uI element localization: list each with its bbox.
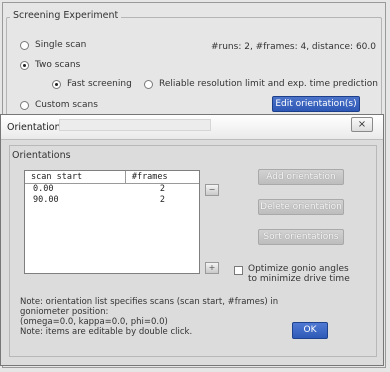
optimize-gonio-checkbox[interactable] (234, 266, 243, 275)
radio-custom-scans[interactable]: Custom scans (20, 100, 98, 110)
screening-status: #runs: 2, #frames: 4, distance: 60.0 (210, 42, 376, 52)
radio-selected-icon (20, 60, 29, 70)
note-line: Note: orientation list specifies scans (… (20, 297, 279, 307)
minus-icon[interactable]: − (205, 184, 219, 196)
radio-label: Two scans (35, 60, 81, 70)
list-item[interactable]: 0.00 2 (25, 184, 199, 195)
note-line: goniometer position: (20, 307, 109, 317)
radio-single-scan[interactable]: Single scan (20, 40, 86, 50)
screening-legend: Screening Experiment (10, 10, 122, 21)
column-scan-start[interactable]: scan start (25, 171, 126, 183)
orientation-list[interactable]: scan start #frames 0.00 2 90.00 2 (24, 170, 200, 274)
note-line: Note: items are editable by double click… (20, 327, 193, 337)
dialog-note: Note: orientation list specifies scans (… (20, 297, 280, 337)
delete-orientation-button[interactable]: Delete orientation (258, 199, 344, 215)
cell-scan-start: 0.00 (33, 184, 54, 194)
sort-orientations-button[interactable]: Sort orientations (258, 229, 344, 245)
cell-scan-start: 90.00 (33, 195, 59, 205)
cell-frames: 2 (159, 184, 165, 194)
note-line: (omega=0.0, kappa=0.0, phi=0.0) (20, 317, 168, 327)
radio-label: Fast screening (67, 79, 132, 89)
background-window-ghost (59, 119, 211, 131)
plus-icon[interactable]: + (205, 262, 219, 274)
radio-selected-icon (52, 79, 61, 89)
edit-orientations-button[interactable]: Edit orientation(s) (272, 96, 360, 112)
radio-icon (20, 40, 29, 50)
radio-reliable-resolution[interactable]: Reliable resolution limit and exp. time … (144, 79, 378, 89)
column-frames[interactable]: #frames (126, 171, 199, 183)
radio-icon (20, 100, 29, 110)
radio-label: Reliable resolution limit and exp. time … (159, 79, 378, 89)
radio-two-scans[interactable]: Two scans (20, 60, 80, 70)
list-header: scan start #frames (25, 171, 199, 184)
optimize-gonio-label: Optimize gonio angles to minimize drive … (248, 264, 358, 284)
optimize-line: to minimize drive time (248, 274, 350, 284)
radio-label: Single scan (35, 40, 87, 50)
list-item[interactable]: 90.00 2 (25, 195, 199, 206)
radio-fast-screening[interactable]: Fast screening (52, 79, 132, 89)
close-icon[interactable]: × (351, 117, 373, 132)
optimize-line: Optimize gonio angles (248, 264, 349, 274)
orientations-group-label: Orientations (10, 150, 73, 161)
ok-button[interactable]: OK (292, 322, 328, 339)
cell-frames: 2 (159, 195, 165, 205)
radio-label: Custom scans (35, 100, 98, 110)
dialog-title: Orientations (7, 122, 66, 133)
radio-icon (144, 79, 153, 89)
add-orientation-button[interactable]: Add orientation (258, 169, 344, 185)
dialog-titlebar: Orientations × (1, 115, 383, 140)
